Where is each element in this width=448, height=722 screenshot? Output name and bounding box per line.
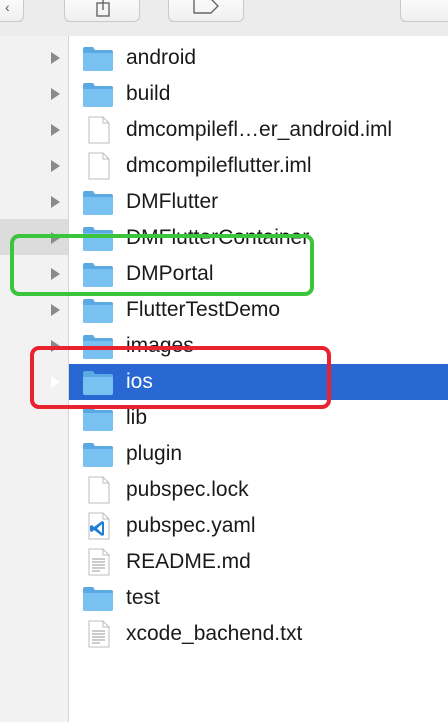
disclosure-triangle-icon[interactable]: [51, 304, 60, 316]
folder-icon: [82, 368, 114, 396]
file-name: lib: [126, 406, 148, 429]
back-button[interactable]: ‹: [0, 0, 24, 22]
folder-icon: [82, 440, 114, 468]
file-row[interactable]: android: [51, 40, 448, 76]
share-icon: [96, 0, 110, 17]
file-row[interactable]: dmcompilefl…er_android.iml: [51, 112, 448, 148]
disclosure-triangle-icon[interactable]: [51, 268, 60, 280]
folder-icon: [82, 80, 114, 108]
file-name: pubspec.yaml: [126, 514, 256, 537]
file-row[interactable]: DMFlutterContainer: [51, 220, 448, 256]
chevron-left-icon: ‹: [5, 0, 10, 15]
disclosure-triangle-icon[interactable]: [51, 88, 60, 100]
document-icon: [82, 152, 114, 180]
document-icon: [82, 476, 114, 504]
text-document-icon: [82, 620, 114, 648]
file-row[interactable]: pubspec.yaml: [69, 508, 448, 544]
file-row[interactable]: xcode_bachend.txt: [69, 616, 448, 652]
file-name: xcode_bachend.txt: [126, 622, 303, 645]
disclosure-triangle-icon[interactable]: [51, 232, 60, 244]
file-name: dmcompileflutter.iml: [126, 154, 312, 177]
file-name: ios: [126, 370, 153, 393]
folder-icon: [82, 296, 114, 324]
file-row[interactable]: test: [69, 580, 448, 616]
folder-icon: [82, 224, 114, 252]
file-name: README.md: [126, 550, 251, 573]
file-row[interactable]: pubspec.lock: [69, 472, 448, 508]
file-row[interactable]: images: [51, 328, 448, 364]
folder-icon: [82, 188, 114, 216]
document-icon: [82, 116, 114, 144]
file-name: DMFlutterContainer: [126, 226, 310, 249]
tag-button[interactable]: [168, 0, 244, 22]
file-name: DMPortal: [126, 262, 214, 285]
file-name: DMFlutter: [126, 190, 219, 213]
toolbar-button-right[interactable]: [400, 0, 448, 22]
folder-icon: [82, 44, 114, 72]
folder-icon: [82, 332, 114, 360]
file-name: pubspec.lock: [126, 478, 249, 501]
file-name: FlutterTestDemo: [126, 298, 281, 321]
file-row[interactable]: dmcompileflutter.iml: [51, 148, 448, 184]
disclosure-triangle-icon[interactable]: [51, 340, 60, 352]
disclosure-triangle-icon[interactable]: [51, 160, 60, 172]
file-name: test: [126, 586, 160, 609]
disclosure-triangle-icon[interactable]: [51, 196, 60, 208]
file-name: build: [126, 82, 171, 105]
file-row[interactable]: README.md: [69, 544, 448, 580]
text-document-icon: [82, 548, 114, 576]
file-row[interactable]: FlutterTestDemo: [51, 292, 448, 328]
folder-icon: [82, 404, 114, 432]
vscode-document-icon: [82, 512, 114, 540]
file-name: android: [126, 46, 197, 69]
file-row[interactable]: build: [51, 76, 448, 112]
tag-icon: [193, 0, 219, 14]
folder-icon: [82, 584, 114, 612]
disclosure-triangle-icon[interactable]: [51, 376, 60, 388]
disclosure-triangle-icon[interactable]: [51, 52, 60, 64]
file-row[interactable]: ios: [51, 364, 448, 400]
disclosure-triangle-icon[interactable]: [51, 124, 60, 136]
file-name: images: [126, 334, 194, 357]
file-name: dmcompilefl…er_android.iml: [126, 118, 393, 141]
toolbar: ‹: [0, 0, 448, 36]
file-row[interactable]: DMPortal: [51, 256, 448, 292]
file-row[interactable]: plugin: [69, 436, 448, 472]
file-row[interactable]: lib: [69, 400, 448, 436]
folder-icon: [82, 260, 114, 288]
share-button[interactable]: [64, 0, 140, 22]
file-name: plugin: [126, 442, 183, 465]
file-row[interactable]: DMFlutter: [51, 184, 448, 220]
